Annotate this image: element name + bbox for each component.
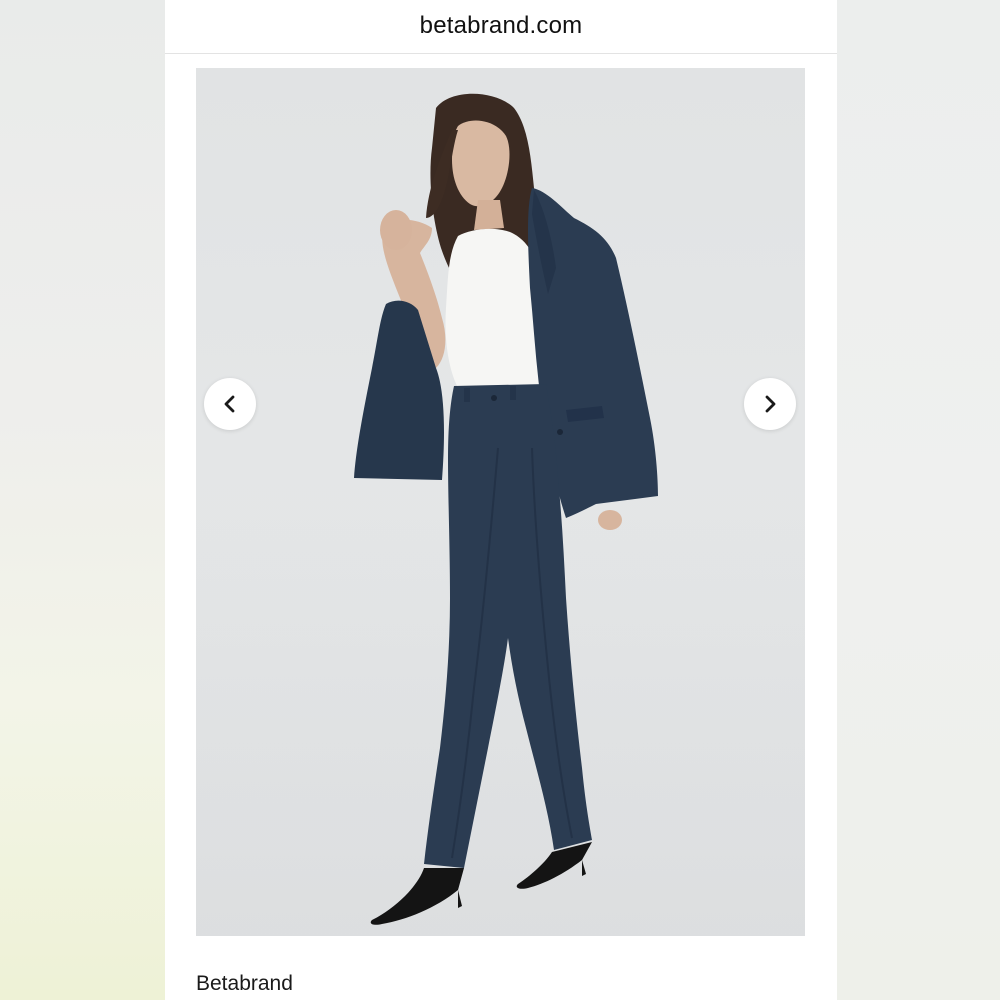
screenshot-backdrop: betabrand.com Betabrand bbox=[0, 0, 1000, 1000]
jacket-button bbox=[557, 429, 563, 435]
product-brand-name[interactable]: Betabrand bbox=[196, 972, 293, 996]
carousel-prev-button[interactable] bbox=[204, 378, 256, 430]
model-shoe-right-heel bbox=[582, 860, 586, 876]
pants-belt-loop-1 bbox=[464, 388, 470, 402]
chevron-left-icon bbox=[224, 395, 235, 413]
pants-belt-loop-2 bbox=[510, 386, 516, 400]
product-model-photo bbox=[354, 93, 658, 925]
product-image-carousel[interactable] bbox=[196, 68, 805, 936]
model-neck bbox=[474, 200, 504, 230]
url-text[interactable]: betabrand.com bbox=[420, 12, 583, 40]
backdrop-right-blur bbox=[837, 0, 1000, 1000]
carousel-next-button[interactable] bbox=[744, 378, 796, 430]
chevron-right-icon bbox=[765, 395, 776, 413]
model-hand-raised bbox=[380, 210, 412, 250]
model-hand-lower bbox=[598, 510, 622, 530]
pants-button bbox=[491, 395, 497, 401]
model-shoe-left bbox=[370, 868, 464, 925]
address-bar[interactable]: betabrand.com bbox=[165, 0, 837, 54]
model-shoe-left-heel bbox=[458, 890, 462, 908]
backdrop-left-blur bbox=[0, 0, 165, 1000]
browser-viewport: betabrand.com Betabrand bbox=[165, 0, 837, 1000]
